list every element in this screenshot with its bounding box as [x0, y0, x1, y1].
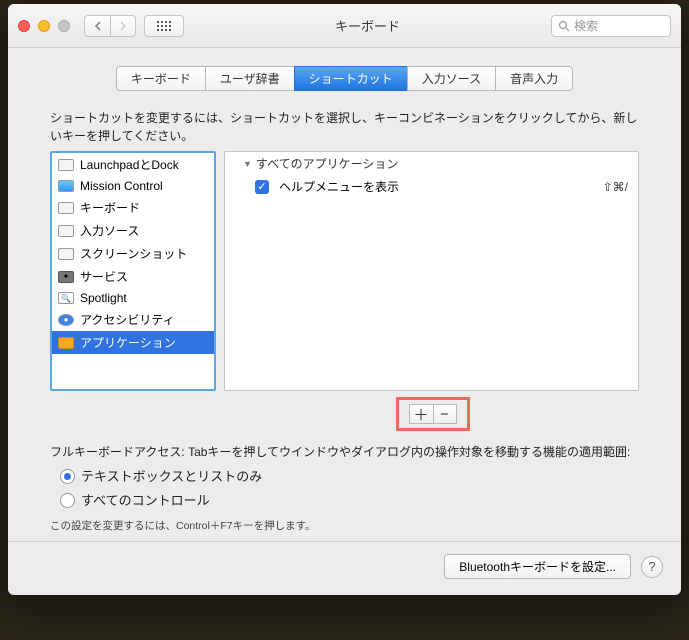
close-icon[interactable]: [18, 20, 30, 32]
forward-button[interactable]: [110, 15, 136, 37]
tab-input[interactable]: 入力ソース: [407, 66, 495, 91]
category-mission-control[interactable]: Mission Control: [52, 176, 214, 196]
category-screenshots[interactable]: スクリーンショット: [52, 242, 214, 265]
launchpad-icon: [58, 159, 74, 171]
tab-voice[interactable]: 音声入力: [495, 66, 573, 91]
shortcut-checkbox[interactable]: ✓: [255, 180, 269, 194]
highlight-box: ＋ −: [396, 397, 470, 431]
search-icon: [558, 20, 570, 32]
category-list[interactable]: LaunchpadとDock Mission Control キーボード 入力ソ…: [50, 151, 216, 391]
category-services[interactable]: ✦サービス: [52, 265, 214, 288]
search-input[interactable]: 検索: [551, 15, 671, 37]
tab-bar: キーボード ユーザ辞書 ショートカット 入力ソース 音声入力: [8, 66, 681, 91]
input-icon: [58, 225, 74, 237]
disclosure-triangle-icon[interactable]: ▼: [243, 159, 252, 169]
services-icon: ✦: [58, 271, 74, 283]
tab-keyboard[interactable]: キーボード: [116, 66, 205, 91]
fk-hint: この設定を変更するには、Control＋F7キーを押します。: [8, 516, 681, 541]
search-placeholder: 検索: [574, 17, 598, 34]
category-spotlight[interactable]: 🔍Spotlight: [52, 288, 214, 308]
instruction-text: ショートカットを変更するには、ショートカットを選択し、キーコンビネーションをクリ…: [8, 101, 681, 151]
shortcut-label: ヘルプメニューを表示: [279, 178, 593, 195]
category-keyboard[interactable]: キーボード: [52, 196, 214, 219]
shortcut-row[interactable]: ✓ ヘルプメニューを表示 ⇧⌘/: [225, 175, 638, 198]
app-icon: [58, 337, 74, 349]
help-button[interactable]: ?: [641, 556, 663, 578]
traffic-lights: [18, 20, 70, 32]
category-applications[interactable]: アプリケーション: [52, 331, 214, 354]
shortcut-list[interactable]: ▼ すべてのアプリケーション ✓ ヘルプメニューを表示 ⇧⌘/: [224, 151, 639, 391]
titlebar: キーボード 検索: [8, 4, 681, 48]
shortcut-key[interactable]: ⇧⌘/: [603, 180, 628, 194]
tab-shortcuts[interactable]: ショートカット: [294, 66, 407, 91]
mission-control-icon: [58, 180, 74, 192]
category-accessibility[interactable]: ●アクセシビリティ: [52, 308, 214, 331]
back-button[interactable]: [84, 15, 110, 37]
zoom-icon: [58, 20, 70, 32]
spotlight-icon: 🔍: [58, 292, 74, 304]
tab-userdict[interactable]: ユーザ辞書: [205, 66, 294, 91]
accessibility-icon: ●: [58, 314, 74, 326]
screenshot-icon: [58, 248, 74, 260]
group-header[interactable]: ▼ すべてのアプリケーション: [225, 152, 638, 175]
add-button[interactable]: ＋: [409, 404, 433, 424]
preferences-window: キーボード 検索 キーボード ユーザ辞書 ショートカット 入力ソース 音声入力 …: [8, 4, 681, 595]
radio-textboxes-lists[interactable]: テキストボックスとリストのみ: [60, 465, 639, 489]
keyboard-icon: [58, 202, 74, 214]
radio-icon[interactable]: [60, 469, 75, 484]
add-remove-bar: ＋ −: [184, 397, 681, 431]
radio-icon[interactable]: [60, 493, 75, 508]
remove-button[interactable]: −: [433, 404, 457, 424]
minimize-icon[interactable]: [38, 20, 50, 32]
radio-all-controls[interactable]: すべてのコントロール: [60, 489, 639, 513]
show-all-button[interactable]: [144, 15, 184, 37]
category-input-sources[interactable]: 入力ソース: [52, 219, 214, 242]
bluetooth-keyboard-button[interactable]: Bluetoothキーボードを設定...: [444, 554, 631, 579]
category-launchpad[interactable]: LaunchpadとDock: [52, 153, 214, 176]
full-keyboard-label: フルキーボードアクセス: Tabキーを押してウインドウやダイアログ内の操作対象を…: [50, 443, 639, 461]
window-title: キーボード: [192, 16, 543, 35]
